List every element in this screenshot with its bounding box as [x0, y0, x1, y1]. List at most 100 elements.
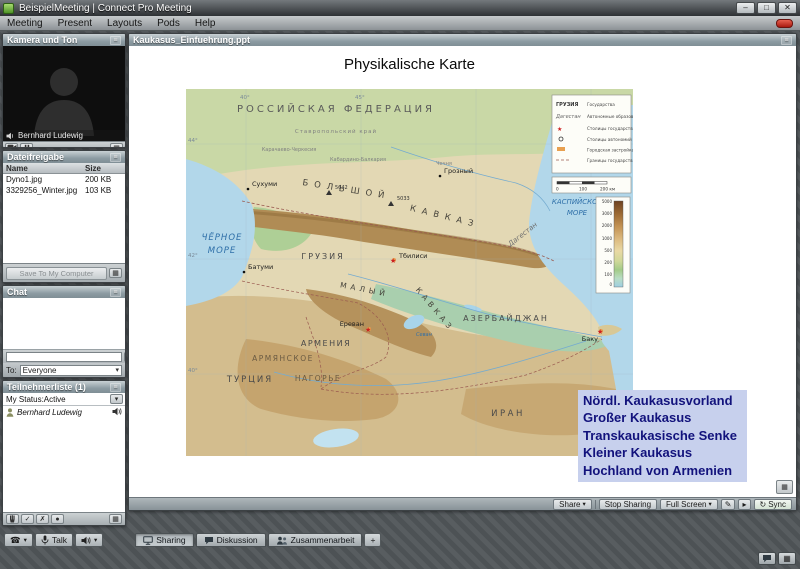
tab-zusammenarbeit[interactable]: Zusammenarbeit: [268, 533, 363, 547]
pod-menu-icon[interactable]: ≡: [110, 153, 121, 162]
menu-meeting[interactable]: Meeting: [7, 18, 43, 29]
recipient-select[interactable]: Everyone ▾: [20, 365, 122, 376]
column-size[interactable]: Size: [85, 164, 125, 173]
file-row[interactable]: 3329256_Winter.jpg 103 KB: [3, 185, 125, 196]
pod-menu-icon[interactable]: ≡: [110, 383, 121, 392]
window-titlebar: BeispielMeeting | Connect Pro Meeting – …: [0, 0, 800, 16]
webcam-video: Bernhard Ludewig: [3, 46, 125, 141]
annotation-line: Kleiner Kaukasus: [583, 444, 742, 461]
to-label: To:: [6, 366, 17, 375]
camera-options-button[interactable]: ▦: [110, 143, 123, 149]
camera-icon: [7, 144, 17, 148]
menu-present[interactable]: Present: [58, 18, 92, 29]
fileshare-footer: Save To My Computer ▦: [3, 263, 125, 282]
attendee-list-area[interactable]: [3, 418, 125, 512]
tab-sharing[interactable]: Sharing: [135, 533, 193, 547]
whiteboard-pen-button[interactable]: ✎: [721, 499, 736, 510]
pod-menu-icon[interactable]: ≡: [110, 36, 121, 45]
share-button[interactable]: Share ▾: [553, 499, 592, 510]
phone-button[interactable]: ☎ ▾: [4, 533, 33, 547]
playbar-toggle-button[interactable]: ▦: [776, 480, 793, 494]
svg-text:МОРЕ: МОРЕ: [208, 246, 237, 256]
menu-pods[interactable]: Pods: [157, 18, 180, 29]
attendee-name: Bernhard Ludewig: [17, 408, 82, 417]
record-indicator[interactable]: [776, 19, 793, 28]
full-screen-button[interactable]: Full Screen ▾: [660, 499, 718, 510]
speech-bubble-icon: [762, 554, 772, 563]
attendee-row[interactable]: Bernhard Ludewig: [3, 406, 125, 418]
chat-history[interactable]: [3, 298, 125, 350]
chat-pod: Chat ≡ ▸ To: Everyone ▾: [2, 285, 126, 378]
attendee-options-button[interactable]: ▦: [109, 514, 122, 524]
stop-sharing-button[interactable]: Stop Sharing: [599, 499, 657, 510]
speaker-volume-button[interactable]: ▾: [75, 533, 103, 547]
pod-menu-icon[interactable]: ≡: [110, 288, 121, 297]
chevron-down-icon: ▾: [709, 500, 712, 508]
minimize-button[interactable]: –: [736, 2, 755, 14]
recipient-value: Everyone: [23, 366, 57, 375]
person-icon: [6, 408, 14, 417]
maximize-button[interactable]: □: [757, 2, 776, 14]
svg-text:Тбилиси: Тбилиси: [398, 252, 427, 260]
menu-layouts[interactable]: Layouts: [107, 18, 142, 29]
camera-pod-title: Kamera und Ton: [7, 35, 77, 45]
fileshare-list: Dyno1.jpg 200 KB 3329256_Winter.jpg 103 …: [3, 174, 125, 263]
sync-icon: ↻: [760, 500, 767, 509]
my-status-select[interactable]: My Status:Active ▾: [3, 393, 125, 406]
menu-help[interactable]: Help: [195, 18, 216, 29]
layout-panel-button[interactable]: ▦: [778, 552, 796, 565]
pod-menu-icon[interactable]: ≡: [781, 36, 792, 45]
fileshare-pod-title: Dateifreigabe: [7, 152, 64, 162]
svg-text:Столицы государств: Столицы государств: [587, 126, 633, 131]
share-pod: Kaukasus_Einfuehrung.ppt ≡ Physikalische…: [128, 33, 797, 511]
column-name[interactable]: Name: [3, 164, 85, 173]
svg-text:3000: 3000: [602, 211, 613, 216]
notification-button[interactable]: [758, 552, 776, 565]
file-row[interactable]: Dyno1.jpg 200 KB: [3, 174, 125, 185]
fileshare-pod-titlebar: Dateifreigabe ≡: [3, 151, 125, 163]
step-away-button[interactable]: ●: [51, 514, 64, 524]
raise-hand-button[interactable]: [6, 514, 19, 524]
window-title: BeispielMeeting | Connect Pro Meeting: [19, 3, 736, 14]
disagree-button[interactable]: ✗: [36, 514, 49, 524]
svg-text:Столицы автономий: Столицы автономий: [587, 137, 632, 142]
svg-text:40°: 40°: [188, 368, 198, 374]
pointer-button[interactable]: ▸: [738, 499, 750, 510]
svg-text:42°: 42°: [188, 253, 198, 259]
chat-input[interactable]: [6, 352, 122, 362]
svg-text:ГРУЗИЯ: ГРУЗИЯ: [301, 252, 344, 261]
talk-button[interactable]: Talk: [35, 533, 73, 547]
attendee-pod: Teilnehmerliste (1) ≡ My Status:Active ▾…: [2, 380, 126, 526]
share-control-bar: Share ▾ Stop Sharing Full Screen ▾ ✎ ▸ ↻…: [129, 497, 796, 510]
elevation-scale: 5000 3000 2000 1000 500 200 100 0: [596, 197, 630, 293]
annotation-line: Hochland von Armenien: [583, 462, 742, 479]
svg-text:5642: 5642: [335, 185, 348, 191]
file-name: 3329256_Winter.jpg: [3, 186, 85, 195]
svg-text:200: 200: [604, 260, 612, 265]
menubar: Meeting Present Layouts Pods Help: [0, 16, 800, 31]
svg-text:АРМЕНИЯ: АРМЕНИЯ: [301, 339, 351, 348]
fileshare-options-button[interactable]: ▦: [109, 268, 122, 278]
svg-text:Кабардино-Балкария: Кабардино-Балкария: [330, 157, 386, 163]
camera-controls: ▦: [3, 141, 125, 148]
chevron-down-icon: ▾: [94, 536, 97, 544]
add-layout-button[interactable]: +: [364, 533, 381, 547]
bottom-right-controls: ▦: [758, 552, 796, 565]
tab-diskussion[interactable]: Diskussion: [196, 533, 266, 547]
svg-text:40°: 40°: [240, 95, 250, 101]
send-message-button[interactable]: ▸: [124, 352, 126, 362]
start-camera-button[interactable]: [5, 143, 18, 149]
file-name: Dyno1.jpg: [3, 175, 85, 184]
svg-text:1000: 1000: [602, 236, 613, 241]
camera-pod: Kamera und Ton ≡ Bernhard Ludewig: [2, 33, 126, 148]
svg-text:45°: 45°: [355, 95, 365, 101]
phone-icon: ☎: [10, 535, 21, 546]
svg-text:Грозный: Грозный: [444, 167, 473, 175]
slide-area: Physikalische Karte: [129, 46, 796, 497]
slide-title: Physikalische Karte: [186, 56, 633, 73]
close-button[interactable]: ✕: [778, 2, 797, 14]
save-to-computer-button[interactable]: Save To My Computer: [6, 267, 107, 280]
pause-video-button[interactable]: [20, 143, 33, 149]
agree-button[interactable]: ✓: [21, 514, 34, 524]
sync-button[interactable]: ↻ Sync: [754, 499, 793, 510]
